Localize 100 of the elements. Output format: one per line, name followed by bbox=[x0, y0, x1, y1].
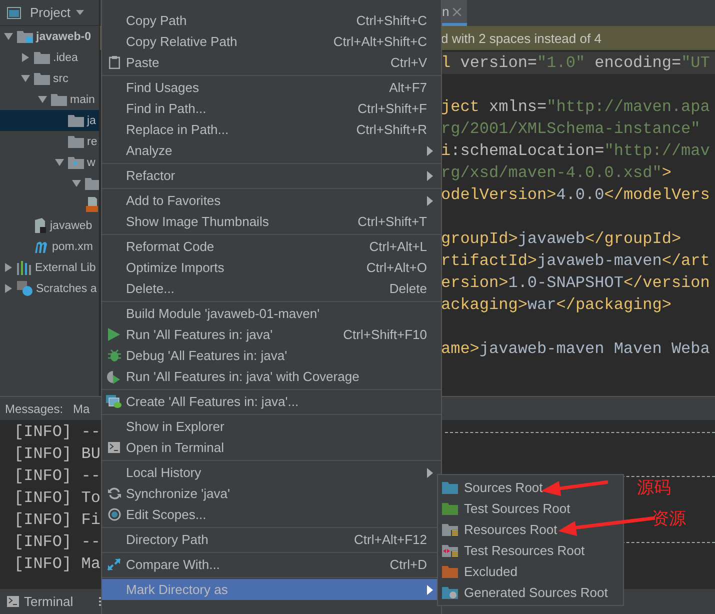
expand-arrow-icon[interactable] bbox=[55, 158, 64, 167]
tree-row[interactable]: External Lib bbox=[0, 257, 99, 278]
menu-item[interactable]: Open in Terminal bbox=[102, 437, 441, 458]
tree-row[interactable]: re bbox=[0, 131, 99, 152]
code-line: odelVersion>4.0.0</modelVers bbox=[441, 185, 711, 206]
menu-item[interactable]: Compare With... Ctrl+D bbox=[102, 554, 441, 575]
tree-row[interactable]: Scratches a bbox=[0, 278, 99, 299]
menu-item[interactable]: Replace in Path... Ctrl+Shift+R bbox=[102, 119, 441, 140]
menu-item[interactable]: Directory Path Ctrl+Alt+F12 bbox=[102, 529, 441, 550]
windows-icon bbox=[106, 394, 122, 408]
clipboard-icon bbox=[108, 56, 120, 69]
menu-item[interactable]: Build Module 'javaweb-01-maven' bbox=[102, 303, 441, 324]
menu-item[interactable]: Copy Path Ctrl+Shift+C bbox=[102, 10, 441, 31]
file-icon bbox=[34, 218, 47, 233]
tree-label: re bbox=[87, 136, 98, 148]
terminal-icon bbox=[108, 442, 120, 453]
scratches-icon bbox=[17, 281, 33, 296]
terminal-icon bbox=[7, 596, 19, 607]
menu-item[interactable]: Show Image Thumbnails Ctrl+Shift+T bbox=[102, 211, 441, 232]
sync-icon bbox=[108, 487, 120, 500]
menu-item[interactable]: Delete... Delete bbox=[102, 278, 441, 299]
tree-row[interactable]: javaweb bbox=[0, 215, 99, 236]
menu-item[interactable]: Test Sources Root bbox=[438, 498, 623, 519]
folder-icon bbox=[51, 93, 67, 106]
menu-item[interactable]: Excluded bbox=[438, 561, 623, 582]
menu-item[interactable]: Copy Relative Path Ctrl+Alt+Shift+C bbox=[102, 31, 441, 52]
arrow bbox=[541, 480, 608, 496]
file-icon bbox=[85, 197, 99, 212]
code-line: ame>javaweb-maven Maven Weba bbox=[441, 339, 711, 360]
expand-arrow-icon[interactable] bbox=[4, 32, 13, 41]
log-line: [INFO] -- bbox=[14, 533, 100, 551]
menu-item[interactable]: Local History bbox=[102, 462, 441, 483]
tree-row[interactable]: main bbox=[0, 89, 99, 110]
tree-row[interactable]: pom.xm bbox=[0, 236, 99, 257]
compare-icon bbox=[107, 558, 121, 571]
annotation-label: 源码 bbox=[637, 477, 671, 499]
expand-arrow-icon[interactable] bbox=[4, 284, 13, 293]
menu-item[interactable]: Paste Ctrl+V bbox=[102, 52, 441, 73]
tree-label: w bbox=[87, 156, 96, 168]
expand-arrow-icon[interactable] bbox=[72, 179, 81, 188]
panel-tab[interactable]: Ma bbox=[71, 402, 92, 416]
log-line: [INFO] To bbox=[14, 489, 100, 507]
folder-icon bbox=[17, 30, 33, 43]
code-line: rg/xsd/maven-4.0.0.xsd"> bbox=[441, 163, 672, 184]
editor-tab[interactable]: n bbox=[440, 0, 468, 26]
code-line: rg/2001/XMLSchema-instance" bbox=[441, 119, 702, 140]
folder-icon bbox=[68, 114, 84, 127]
tree-label: Scratches a bbox=[36, 282, 97, 294]
menu-item[interactable]: Synchronize 'java' bbox=[102, 483, 441, 504]
folder-icon bbox=[442, 544, 458, 557]
expand-arrow-icon[interactable] bbox=[21, 53, 30, 62]
menu-item[interactable]: Sources Root bbox=[438, 477, 623, 498]
menu-item[interactable]: Reformat Code Ctrl+Alt+L bbox=[102, 236, 441, 257]
menu-item[interactable]: Show in Explorer bbox=[102, 416, 441, 437]
coverage-icon bbox=[107, 370, 121, 384]
folder-icon bbox=[68, 156, 84, 169]
tree-row[interactable]: .idea bbox=[0, 47, 99, 68]
menu-item[interactable]: Test Resources Root bbox=[438, 540, 623, 561]
close-icon[interactable] bbox=[453, 8, 462, 16]
tree-label: ja bbox=[87, 114, 96, 126]
tree-label: src bbox=[53, 72, 68, 84]
tree-row[interactable]: src bbox=[0, 68, 99, 89]
folder-icon bbox=[442, 502, 458, 515]
log-line: [INFO] -- bbox=[14, 467, 100, 485]
expand-arrow-icon[interactable] bbox=[38, 95, 47, 104]
code-line: ject xmlns="http://maven.apa bbox=[441, 97, 711, 118]
folder-icon bbox=[68, 135, 84, 148]
expand-arrow-icon[interactable] bbox=[21, 74, 30, 83]
project-header[interactable]: Project bbox=[0, 0, 99, 26]
menu-item[interactable]: Analyze bbox=[102, 140, 441, 161]
expand-arrow-icon[interactable] bbox=[4, 263, 13, 272]
folder-icon bbox=[442, 565, 458, 578]
code-line: ersion>1.0-SNAPSHOT</version bbox=[441, 273, 711, 294]
menu-item[interactable]: Create 'All Features in: java'... bbox=[102, 391, 441, 412]
menu-item[interactable]: Debug 'All Features in: java' bbox=[102, 345, 441, 366]
tree-label: main bbox=[70, 94, 95, 106]
code-line: i:schemaLocation="http://mav bbox=[441, 141, 711, 162]
menu-item[interactable]: Generated Sources Root bbox=[438, 582, 623, 603]
log-line: [INFO] Ma bbox=[14, 555, 100, 573]
window-icon bbox=[7, 6, 21, 18]
tree-row[interactable]: ja bbox=[0, 110, 99, 131]
menu-item[interactable]: Refactor bbox=[102, 165, 441, 186]
folder-icon bbox=[442, 481, 458, 494]
tree-row[interactable]: javaweb-0 bbox=[0, 26, 99, 47]
menu-item[interactable]: Find in Path... Ctrl+Shift+F bbox=[102, 98, 441, 119]
panel-title: Messages: bbox=[5, 402, 64, 416]
menu-item[interactable]: Resources Root bbox=[438, 519, 623, 540]
menu-item[interactable]: Edit Scopes... bbox=[102, 504, 441, 525]
bug-icon bbox=[108, 349, 120, 362]
menu-item[interactable]: Find Usages Alt+F7 bbox=[102, 77, 441, 98]
menu-item[interactable]: Optimize Imports Ctrl+Alt+O bbox=[102, 257, 441, 278]
folder-icon bbox=[34, 51, 50, 64]
menu-item[interactable]: Run 'All Features in: java' with Coverage bbox=[102, 366, 441, 387]
tree-row[interactable]: w bbox=[0, 152, 99, 173]
play-icon bbox=[108, 328, 120, 341]
menu-item[interactable]: Add to Favorites bbox=[102, 190, 441, 211]
menu-item[interactable]: Run 'All Features in: java' Ctrl+Shift+F10 bbox=[102, 324, 441, 345]
tree-label: External Lib bbox=[35, 262, 96, 274]
tree-label: .idea bbox=[53, 52, 78, 64]
terminal-button[interactable]: Terminal bbox=[7, 594, 74, 609]
